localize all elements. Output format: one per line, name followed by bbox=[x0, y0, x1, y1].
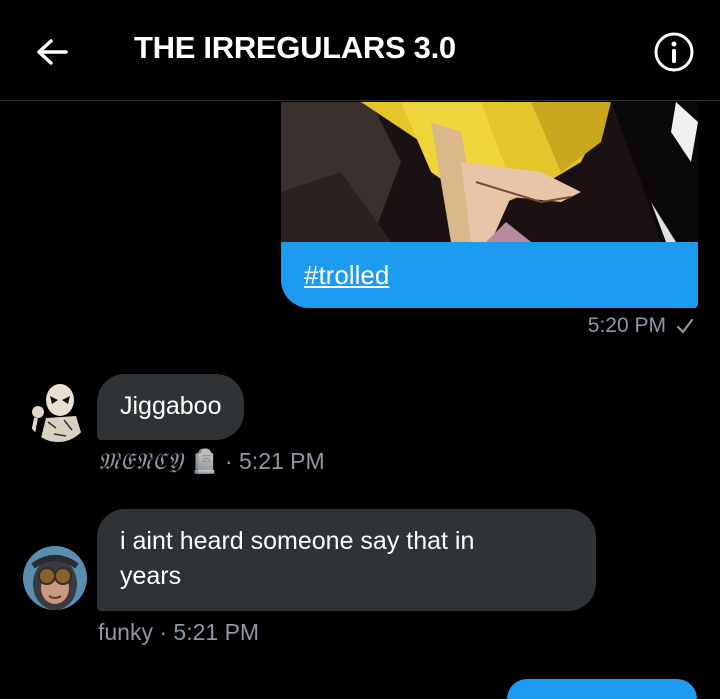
conversation-title: THE IRREGULARS 3.0 bbox=[134, 30, 456, 65]
received-message-bubble[interactable]: Jiggaboo bbox=[97, 374, 244, 440]
tombstone-emoji: 🪦 bbox=[189, 448, 219, 474]
sent-message-bubble[interactable]: #trolled bbox=[281, 242, 698, 308]
partial-sent-message-bubble[interactable] bbox=[507, 679, 697, 699]
arrow-left-icon bbox=[37, 39, 68, 65]
sender-name[interactable]: 𝔐𝔈𝔑ℭ𝔜 bbox=[98, 449, 184, 475]
goggles-character-avatar-icon bbox=[23, 546, 87, 610]
conversation-header: THE IRREGULARS 3.0 bbox=[0, 0, 720, 101]
received-message-meta: 𝔐𝔈𝔑ℭ𝔜 🪦 · 5:21 PM bbox=[98, 448, 325, 475]
message-text: Jiggaboo bbox=[120, 392, 222, 420]
received-message-bubble[interactable]: i aint heard someone say that in years bbox=[97, 509, 596, 611]
message-text: i aint heard someone say that in years bbox=[120, 527, 475, 590]
sender-avatar[interactable] bbox=[26, 378, 90, 442]
sender-avatar[interactable] bbox=[23, 546, 87, 610]
info-icon bbox=[654, 32, 694, 72]
hashtag-link[interactable]: #trolled bbox=[304, 260, 389, 291]
spiderman-avatar-icon bbox=[26, 378, 90, 442]
message-timestamp: 5:20 PM bbox=[587, 314, 666, 337]
message-image[interactable] bbox=[281, 102, 698, 242]
received-message-meta: funky · 5:21 PM bbox=[98, 619, 259, 646]
checkmark-icon bbox=[676, 318, 694, 334]
anime-artwork-image bbox=[281, 102, 698, 242]
message-timestamp: · 5:21 PM bbox=[159, 619, 260, 645]
sender-name[interactable]: funky bbox=[98, 619, 153, 645]
sent-message-meta: 5:20 PM bbox=[588, 314, 694, 338]
back-button[interactable] bbox=[30, 30, 74, 74]
conversation-info-button[interactable] bbox=[652, 30, 696, 74]
message-timestamp: · 5:21 PM bbox=[224, 448, 325, 474]
